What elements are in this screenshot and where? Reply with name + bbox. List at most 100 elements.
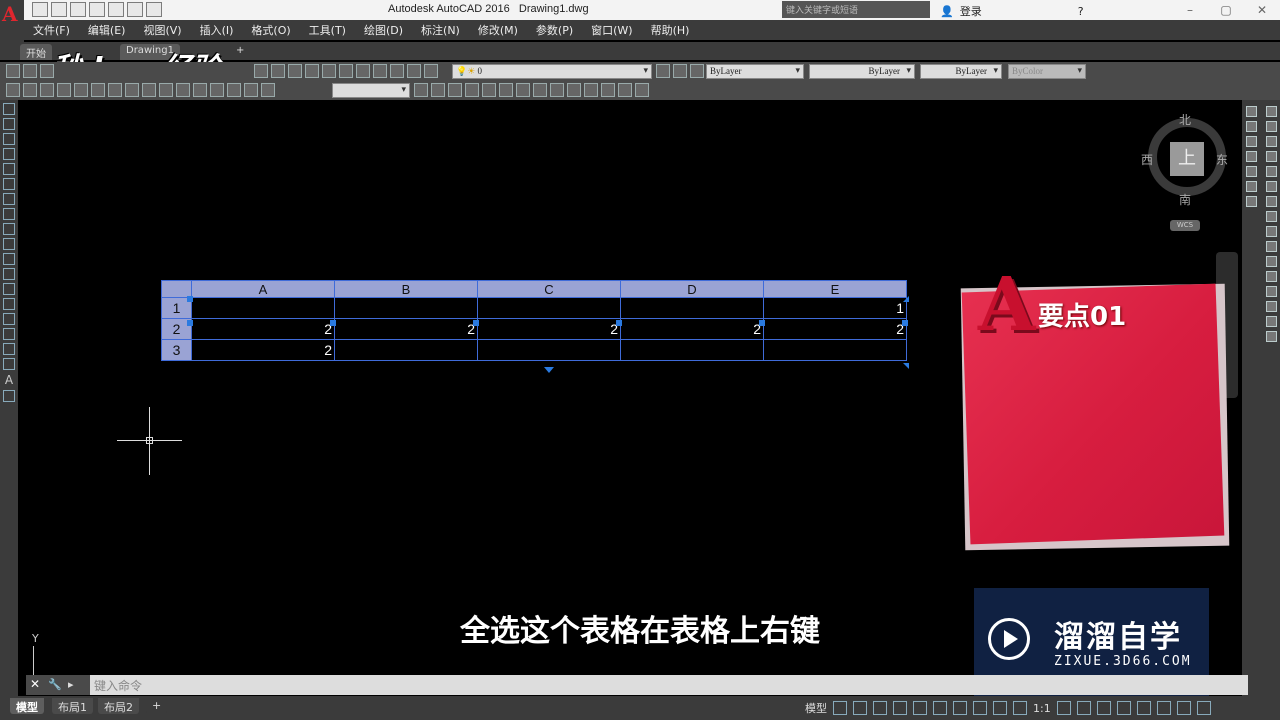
viewcube-top-face[interactable]: 上 — [1170, 142, 1204, 176]
layer-tool-icon[interactable] — [1246, 196, 1257, 207]
region-icon[interactable] — [3, 343, 15, 355]
fillet-icon[interactable] — [1266, 316, 1277, 327]
zoom-previous-icon[interactable] — [305, 64, 319, 78]
chamfer-icon[interactable] — [1266, 301, 1277, 312]
table-cell[interactable]: 2 — [620, 318, 764, 340]
column-header[interactable]: A — [191, 280, 335, 298]
help-icon[interactable] — [424, 64, 438, 78]
isodraft-icon[interactable] — [913, 701, 927, 715]
dim-style-icon[interactable] — [261, 83, 275, 97]
table-icon[interactable] — [3, 358, 15, 370]
break-icon[interactable] — [1266, 271, 1277, 282]
table-grip[interactable] — [759, 320, 765, 326]
table-grip[interactable] — [473, 320, 479, 326]
workspace-gear-icon[interactable] — [1056, 701, 1071, 715]
dim-update-icon[interactable] — [244, 83, 258, 97]
menu-item[interactable]: 视图(V) — [134, 22, 190, 38]
hardware-acceleration-icon[interactable] — [1156, 701, 1171, 715]
menu-item[interactable]: 编辑(E) — [79, 22, 135, 38]
table-grip[interactable] — [187, 296, 193, 302]
new-file-icon[interactable] — [32, 2, 48, 17]
table-cell[interactable]: 2 — [191, 339, 335, 361]
tab-layout1[interactable]: 布局1 — [52, 698, 93, 714]
table-cell[interactable] — [334, 297, 478, 319]
layer-tool-icon[interactable] — [1246, 166, 1257, 177]
print-icon[interactable] — [108, 2, 124, 17]
command-customize-icon[interactable]: 🔧 — [48, 678, 62, 691]
search-input[interactable]: 键入关键字或短语 — [782, 1, 930, 18]
row-header[interactable]: 3 — [161, 339, 192, 361]
diameter-icon[interactable] — [74, 83, 88, 97]
nearest-icon[interactable] — [618, 83, 632, 97]
tab-layout2[interactable]: 布局2 — [98, 698, 139, 714]
endpoint-icon[interactable] — [431, 83, 445, 97]
line-icon[interactable] — [3, 103, 15, 115]
quick-dim-icon[interactable] — [108, 83, 122, 97]
menu-item[interactable]: 格式(O) — [242, 22, 299, 38]
markup-icon[interactable] — [390, 64, 404, 78]
units-icon[interactable] — [1096, 701, 1111, 715]
menu-item[interactable]: 绘图(D) — [355, 22, 412, 38]
center-icon[interactable] — [499, 83, 513, 97]
tab-model[interactable]: 模型 — [10, 698, 44, 714]
tolerance-icon[interactable] — [159, 83, 173, 97]
customization-icon[interactable] — [1196, 701, 1211, 715]
tab-add[interactable]: + — [230, 44, 251, 60]
redo-icon[interactable] — [146, 2, 162, 17]
quick-properties-icon[interactable] — [1116, 701, 1131, 715]
model-space-label[interactable]: 模型 — [805, 700, 827, 716]
layer-tool-icon[interactable] — [1246, 121, 1257, 132]
compass-north[interactable]: 北 — [1179, 111, 1191, 128]
osnap-settings-icon[interactable] — [635, 83, 649, 97]
add-selected-icon[interactable] — [3, 390, 15, 402]
command-line[interactable] — [26, 675, 1248, 695]
gradient-icon[interactable] — [3, 328, 15, 340]
insert-snap-icon[interactable] — [584, 83, 598, 97]
table-grip[interactable] — [330, 320, 336, 326]
wcs-menu[interactable]: WCS — [1170, 220, 1200, 231]
minimize-icon[interactable]: – — [1172, 0, 1208, 20]
polar-icon[interactable] — [893, 701, 907, 715]
menu-item[interactable]: 参数(P) — [527, 22, 582, 38]
annotation-scale[interactable]: 1:1 — [1033, 702, 1051, 715]
angular-icon[interactable] — [91, 83, 105, 97]
center-mark-icon[interactable] — [176, 83, 190, 97]
login-label[interactable]: 登录 — [960, 3, 982, 19]
ellipse-arc-icon[interactable] — [3, 253, 15, 265]
aligned-dim-icon[interactable] — [23, 83, 37, 97]
rotate-icon[interactable] — [1266, 196, 1277, 207]
table-cell[interactable] — [763, 339, 907, 361]
command-prompt-icon[interactable]: ▸ — [68, 678, 74, 691]
table-cell[interactable]: 1 — [763, 297, 907, 319]
linear-dim-icon[interactable] — [6, 83, 20, 97]
layer-previous-icon[interactable] — [690, 64, 704, 78]
table-grip[interactable] — [187, 320, 193, 326]
spline-icon[interactable] — [3, 223, 15, 235]
ellipse-icon[interactable] — [3, 238, 15, 250]
copy-icon[interactable] — [1266, 121, 1277, 132]
zoom-window-icon[interactable] — [288, 64, 302, 78]
layer-tool-icon[interactable] — [1246, 136, 1257, 147]
table-cell[interactable] — [191, 297, 335, 319]
table-cell[interactable]: 2 — [477, 318, 621, 340]
osnap-icon[interactable] — [933, 701, 947, 715]
auto-scale-icon[interactable] — [1013, 701, 1027, 715]
baseline-icon[interactable] — [125, 83, 139, 97]
app-menu-button[interactable]: A — [0, 0, 24, 42]
undo-icon[interactable] — [127, 2, 143, 17]
open-file-icon[interactable] — [51, 2, 67, 17]
table-cell[interactable] — [620, 297, 764, 319]
scale-icon[interactable] — [1266, 211, 1277, 222]
new-icon[interactable] — [6, 64, 20, 78]
column-header[interactable]: D — [620, 280, 764, 298]
table-grip[interactable] — [616, 320, 622, 326]
menu-item[interactable]: 修改(M) — [469, 22, 527, 38]
properties-icon[interactable] — [322, 64, 336, 78]
column-header[interactable]: E — [763, 280, 907, 298]
column-header[interactable]: B — [334, 280, 478, 298]
quickcalc-icon[interactable] — [407, 64, 421, 78]
array-icon[interactable] — [1266, 166, 1277, 177]
make-current-icon[interactable] — [673, 64, 687, 78]
add-layout-icon[interactable]: + — [146, 698, 168, 714]
tool-palettes-icon[interactable] — [356, 64, 370, 78]
